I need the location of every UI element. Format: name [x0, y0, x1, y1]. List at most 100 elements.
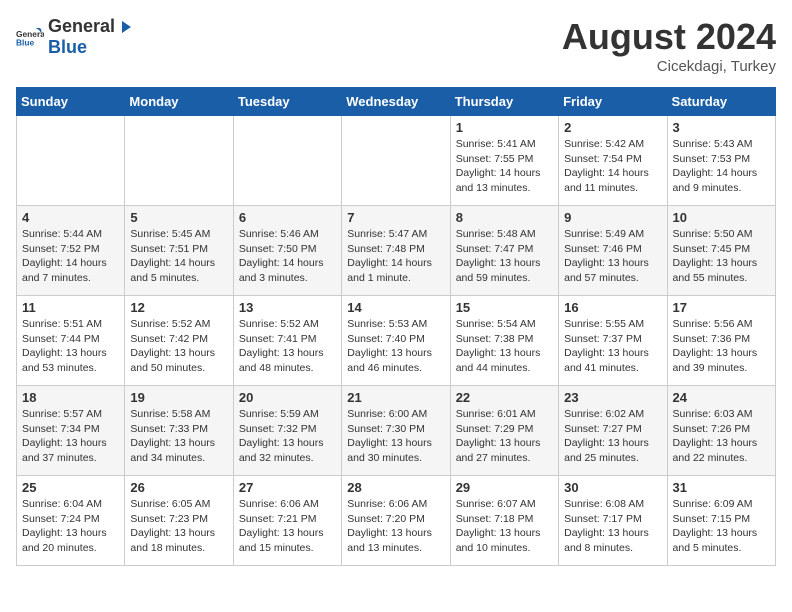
day-detail: Sunrise: 5:42 AMSunset: 7:54 PMDaylight:… [564, 137, 661, 196]
day-detail: Sunrise: 5:57 AMSunset: 7:34 PMDaylight:… [22, 407, 119, 466]
calendar-cell: 18 Sunrise: 5:57 AMSunset: 7:34 PMDayligh… [17, 386, 125, 476]
day-detail: Sunrise: 6:02 AMSunset: 7:27 PMDaylight:… [564, 407, 661, 466]
calendar-cell: 14Sunrise: 5:53 AMSunset: 7:40 PMDayligh… [342, 296, 450, 386]
calendar-cell: 29 Sunrise: 6:07 AMSunset: 7:18 PMDayligh… [450, 476, 558, 566]
day-number: 13 [239, 300, 336, 315]
day-number: 11 [22, 300, 119, 315]
calendar-cell: 6 Sunrise: 5:46 AMSunset: 7:50 PMDaylight… [233, 206, 341, 296]
day-detail: Sunrise: 6:08 AMSunset: 7:17 PMDaylight:… [564, 497, 661, 556]
location-subtitle: Cicekdagi, Turkey [562, 58, 776, 75]
calendar-cell: 7 Sunrise: 5:47 AMSunset: 7:48 PMDaylight… [342, 206, 450, 296]
day-detail: Sunrise: 5:46 AMSunset: 7:50 PMDaylight:… [239, 227, 336, 286]
day-detail: Sunrise: 5:53 AMSunset: 7:40 PMDaylight:… [347, 317, 444, 376]
day-detail: Sunrise: 5:58 AMSunset: 7:33 PMDaylight:… [130, 407, 227, 466]
day-number: 10 [673, 210, 770, 225]
calendar-cell: 22 Sunrise: 6:01 AMSunset: 7:29 PMDayligh… [450, 386, 558, 476]
day-detail: Sunrise: 5:43 AMSunset: 7:53 PMDaylight:… [673, 137, 770, 196]
calendar-cell: 16 Sunrise: 5:55 AMSunset: 7:37 PMDayligh… [559, 296, 667, 386]
day-detail: Sunrise: 6:01 AMSunset: 7:29 PMDaylight:… [456, 407, 553, 466]
calendar-header: SundayMondayTuesdayWednesdayThursdayFrid… [17, 88, 776, 116]
calendar-cell: 11 Sunrise: 5:51 AMSunset: 7:44 PMDayligh… [17, 296, 125, 386]
day-detail: Sunrise: 5:56 AMSunset: 7:36 PMDaylight:… [673, 317, 770, 376]
svg-text:Blue: Blue [16, 37, 34, 47]
day-detail: Sunrise: 5:51 AMSunset: 7:44 PMDaylight:… [22, 317, 119, 376]
calendar-cell [17, 116, 125, 206]
day-number: 20 [239, 390, 336, 405]
day-detail: Sunrise: 5:55 AMSunset: 7:37 PMDaylight:… [564, 317, 661, 376]
calendar-cell: 8Sunrise: 5:48 AMSunset: 7:47 PMDaylight… [450, 206, 558, 296]
calendar-cell [233, 116, 341, 206]
day-number: 12 [130, 300, 227, 315]
day-number: 3 [673, 120, 770, 135]
day-number: 25 [22, 480, 119, 495]
day-number: 15 [456, 300, 553, 315]
header-day-thursday: Thursday [450, 88, 558, 116]
calendar-cell: 27 Sunrise: 6:06 AMSunset: 7:21 PMDayligh… [233, 476, 341, 566]
calendar-cell: 12Sunrise: 5:52 AMSunset: 7:42 PMDayligh… [125, 296, 233, 386]
logo-icon: General Blue [16, 23, 44, 51]
calendar-cell: 19Sunrise: 5:58 AMSunset: 7:33 PMDayligh… [125, 386, 233, 476]
month-title: August 2024 [562, 16, 776, 58]
calendar-cell: 3 Sunrise: 5:43 AMSunset: 7:53 PMDaylight… [667, 116, 775, 206]
day-number: 22 [456, 390, 553, 405]
header-day-saturday: Saturday [667, 88, 775, 116]
header-day-friday: Friday [559, 88, 667, 116]
logo: General Blue General Blue [16, 16, 134, 58]
header-day-tuesday: Tuesday [233, 88, 341, 116]
day-number: 27 [239, 480, 336, 495]
title-block: August 2024 Cicekdagi, Turkey [562, 16, 776, 75]
calendar-cell: 20 Sunrise: 5:59 AMSunset: 7:32 PMDayligh… [233, 386, 341, 476]
calendar-cell: 10Sunrise: 5:50 AMSunset: 7:45 PMDayligh… [667, 206, 775, 296]
calendar-cell: 30Sunrise: 6:08 AMSunset: 7:17 PMDayligh… [559, 476, 667, 566]
day-number: 16 [564, 300, 661, 315]
day-detail: Sunrise: 6:00 AMSunset: 7:30 PMDaylight:… [347, 407, 444, 466]
logo-chevron-icon [116, 18, 134, 36]
calendar-cell: 23Sunrise: 6:02 AMSunset: 7:27 PMDayligh… [559, 386, 667, 476]
logo-general: General [48, 16, 115, 37]
day-detail: Sunrise: 5:59 AMSunset: 7:32 PMDaylight:… [239, 407, 336, 466]
calendar-cell: 5Sunrise: 5:45 AMSunset: 7:51 PMDaylight… [125, 206, 233, 296]
day-detail: Sunrise: 5:48 AMSunset: 7:47 PMDaylight:… [456, 227, 553, 286]
day-detail: Sunrise: 5:47 AMSunset: 7:48 PMDaylight:… [347, 227, 444, 286]
day-number: 28 [347, 480, 444, 495]
header-row: SundayMondayTuesdayWednesdayThursdayFrid… [17, 88, 776, 116]
calendar-cell: 21Sunrise: 6:00 AMSunset: 7:30 PMDayligh… [342, 386, 450, 476]
logo-blue: Blue [48, 37, 134, 58]
calendar-cell: 24Sunrise: 6:03 AMSunset: 7:26 PMDayligh… [667, 386, 775, 476]
day-detail: Sunrise: 6:05 AMSunset: 7:23 PMDaylight:… [130, 497, 227, 556]
week-row-2: 4Sunrise: 5:44 AMSunset: 7:52 PMDaylight… [17, 206, 776, 296]
day-detail: Sunrise: 6:09 AMSunset: 7:15 PMDaylight:… [673, 497, 770, 556]
week-row-3: 11 Sunrise: 5:51 AMSunset: 7:44 PMDayligh… [17, 296, 776, 386]
calendar-cell: 25 Sunrise: 6:04 AMSunset: 7:24 PMDayligh… [17, 476, 125, 566]
day-detail: Sunrise: 5:52 AMSunset: 7:41 PMDaylight:… [239, 317, 336, 376]
day-number: 9 [564, 210, 661, 225]
calendar-cell [125, 116, 233, 206]
calendar-table: SundayMondayTuesdayWednesdayThursdayFrid… [16, 87, 776, 566]
calendar-cell: 31Sunrise: 6:09 AMSunset: 7:15 PMDayligh… [667, 476, 775, 566]
header-day-sunday: Sunday [17, 88, 125, 116]
calendar-cell: 28Sunrise: 6:06 AMSunset: 7:20 PMDayligh… [342, 476, 450, 566]
calendar-cell: 15 Sunrise: 5:54 AMSunset: 7:38 PMDayligh… [450, 296, 558, 386]
day-detail: Sunrise: 5:44 AMSunset: 7:52 PMDaylight:… [22, 227, 119, 286]
day-detail: Sunrise: 6:04 AMSunset: 7:24 PMDaylight:… [22, 497, 119, 556]
day-number: 1 [456, 120, 553, 135]
header-day-monday: Monday [125, 88, 233, 116]
day-number: 7 [347, 210, 444, 225]
day-number: 24 [673, 390, 770, 405]
day-number: 2 [564, 120, 661, 135]
day-detail: Sunrise: 5:49 AMSunset: 7:46 PMDaylight:… [564, 227, 661, 286]
calendar-cell: 26Sunrise: 6:05 AMSunset: 7:23 PMDayligh… [125, 476, 233, 566]
calendar-cell: 2 Sunrise: 5:42 AMSunset: 7:54 PMDaylight… [559, 116, 667, 206]
calendar-cell: 9 Sunrise: 5:49 AMSunset: 7:46 PMDaylight… [559, 206, 667, 296]
day-number: 18 [22, 390, 119, 405]
header-day-wednesday: Wednesday [342, 88, 450, 116]
calendar-cell [342, 116, 450, 206]
calendar-cell: 13 Sunrise: 5:52 AMSunset: 7:41 PMDayligh… [233, 296, 341, 386]
day-number: 6 [239, 210, 336, 225]
page-header: General Blue General Blue August 2024 Ci… [16, 16, 776, 75]
day-number: 5 [130, 210, 227, 225]
day-detail: Sunrise: 5:54 AMSunset: 7:38 PMDaylight:… [456, 317, 553, 376]
day-detail: Sunrise: 6:07 AMSunset: 7:18 PMDaylight:… [456, 497, 553, 556]
day-detail: Sunrise: 6:06 AMSunset: 7:21 PMDaylight:… [239, 497, 336, 556]
day-number: 29 [456, 480, 553, 495]
